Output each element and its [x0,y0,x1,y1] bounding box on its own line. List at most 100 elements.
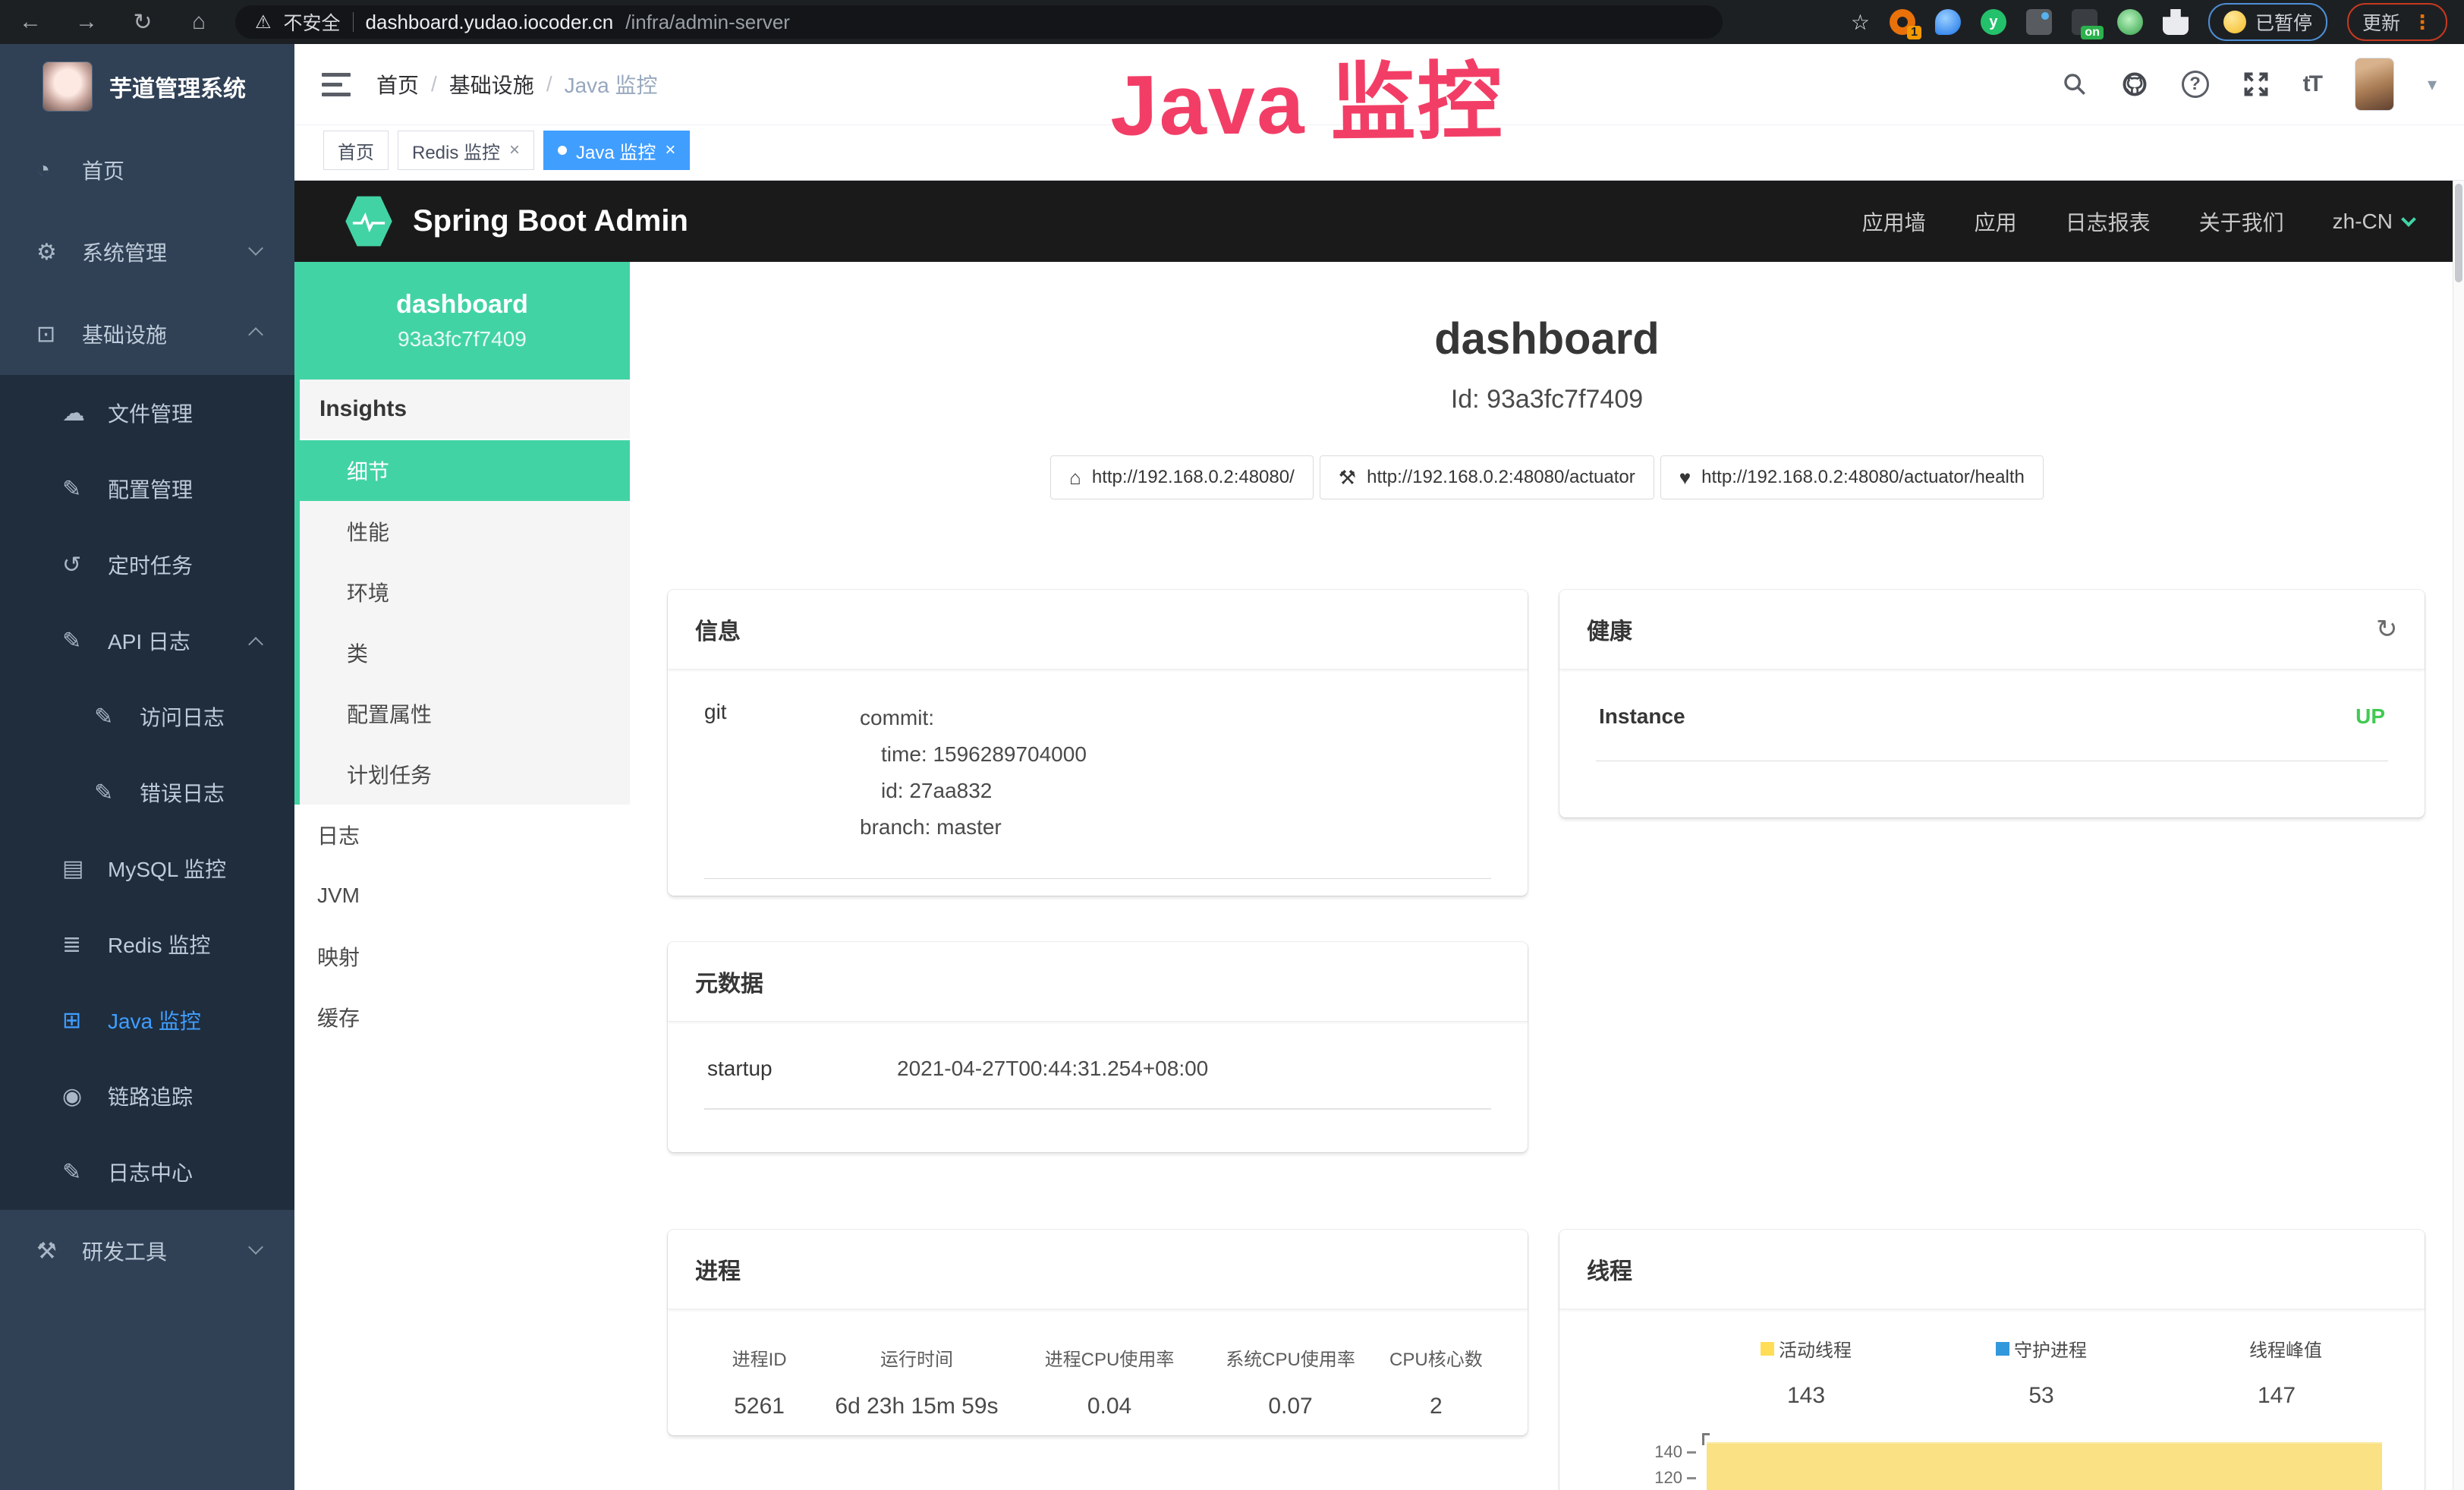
health-instance-label: Instance [1599,704,1685,729]
breadcrumb-infrastructure[interactable]: 基础设施 [449,69,534,99]
java-monitor-icon: ⊞ [62,1007,96,1034]
browser-home-icon[interactable]: ⌂ [185,9,212,35]
sidebar-item-mysql-monitor[interactable]: ▤ MySQL 监控 [0,830,294,906]
sidebar-item-redis-monitor[interactable]: ≣ Redis 监控 [0,906,294,982]
cpu-cores: 2 [1381,1394,1491,1419]
info-card: 信息 git commit: time: 1596289704000 id: 2… [668,590,1528,896]
sba-item-environment[interactable]: 环境 [300,562,630,622]
sidebar-item-file-mgmt[interactable]: ☁ 文件管理 [0,375,294,451]
switch-extension-icon[interactable]: on [2072,9,2097,35]
tab-home[interactable]: 首页 [323,131,389,170]
sba-item-classes[interactable]: 类 [300,622,630,683]
scrollbar-thumb[interactable] [2455,184,2462,282]
tab-redis-monitor[interactable]: Redis 监控 × [398,131,534,170]
spring-boot-admin-logo[interactable] [345,195,393,248]
sba-nav-applications[interactable]: 应用 [1975,206,2017,237]
sidebar-item-access-logs[interactable]: ✎ 访问日志 [0,679,294,754]
sba-nav-about[interactable]: 关于我们 [2199,206,2284,237]
search-icon[interactable] [2062,71,2088,97]
sidebar-item-home[interactable]: ◔ 首页 [0,129,294,211]
wrench-icon: ⚒ [1339,466,1356,490]
browser-menu-dots-icon[interactable]: ⋮ [2412,11,2432,34]
sba-item-scheduled-tasks[interactable]: 计划任务 [300,744,630,805]
sidebar-item-api-logs[interactable]: ✎ API 日志 [0,603,294,679]
system-cpu: 0.07 [1200,1394,1381,1419]
metadata-key: startup [707,1057,897,1081]
sba-item-caches[interactable]: 缓存 [294,987,630,1047]
paused-label: 已暂停 [2255,8,2312,36]
close-icon[interactable]: × [509,140,520,161]
pin-extension-icon[interactable] [1935,9,1961,35]
close-icon[interactable]: × [665,140,675,161]
update-button[interactable]: 更新 ⋮ [2347,3,2447,41]
bookmark-star-icon[interactable]: ☆ [1851,10,1870,35]
breadcrumb-home[interactable]: 首页 [376,69,419,99]
sidebar-item-infrastructure[interactable]: ⊡ 基础设施 [0,293,294,375]
sba-item-mappings[interactable]: 映射 [294,926,630,987]
git-commit-details: commit: time: 1596289704000 id: 27aa832 … [860,700,1087,846]
locale-selector[interactable]: zh-CN [2333,209,2414,234]
sidebar-item-tracing[interactable]: ◉ 链路追踪 [0,1058,294,1134]
insights-group-title[interactable]: Insights [300,380,630,440]
hamburger-icon[interactable] [322,73,351,96]
extension-badge: 1 [1907,26,1921,39]
chevron-down-icon [248,241,263,256]
back-icon[interactable]: ← [17,9,44,35]
layers-icon: ≣ [62,931,96,958]
health-instance-row[interactable]: Instance UP [1596,692,2388,761]
page-scrollbar[interactable] [2453,181,2464,1490]
history-restore-icon[interactable]: ↺ [2376,614,2398,644]
sba-nav-wallboard[interactable]: 应用墙 [1862,206,1926,237]
process-card: 进程 进程ID5261 运行时间6d 23h 15m 59s 进程CPU使用率0… [668,1230,1528,1435]
sidebar-item-system-mgmt[interactable]: ⚙ 系统管理 [0,211,294,293]
threads-card: 线程 活动线程 143 守护进程 53 线 [1559,1230,2425,1490]
edit-icon: ✎ [62,1159,96,1186]
green-extension-icon[interactable] [2117,9,2143,35]
toolbox-icon: ⚒ [36,1238,70,1265]
security-warning-icon[interactable]: ⚠ [255,11,272,33]
sidebar-item-scheduled-tasks[interactable]: ↺ 定时任务 [0,527,294,603]
actuator-url-button[interactable]: ⚒ http://192.168.0.2:48080/actuator [1320,455,1654,499]
sba-nav-journal[interactable]: 日志报表 [2066,206,2151,237]
on-badge: on [2081,26,2104,39]
sba-item-jvm[interactable]: JVM [294,865,630,926]
reload-icon[interactable]: ↻ [129,9,156,36]
app-logo-row[interactable]: 芋道管理系统 [0,44,294,129]
user-avatar[interactable] [2355,58,2394,111]
avatar-caret-icon[interactable]: ▾ [2428,74,2437,96]
y-tick-120: 120 [1654,1468,1696,1488]
github-icon[interactable] [2121,71,2148,98]
sba-item-logs[interactable]: 日志 [294,805,630,865]
sba-item-config-props[interactable]: 配置属性 [300,683,630,744]
live-threads-value: 143 [1761,1383,1852,1409]
sba-item-details[interactable]: 细节 [300,440,630,501]
extension-icon[interactable]: 1 [1890,9,1915,35]
instance-header[interactable]: dashboard 93a3fc7f7409 [294,262,630,380]
process-cpu: 0.04 [1019,1394,1201,1419]
sidebar-item-error-logs[interactable]: ✎ 错误日志 [0,754,294,830]
sba-item-metrics[interactable]: 性能 [300,501,630,562]
sidebar-item-dev-tools[interactable]: ⚒ 研发工具 [0,1210,294,1292]
grid-extension-icon[interactable] [2026,9,2052,35]
sidebar-item-java-monitor[interactable]: ⊞ Java 监控 [0,982,294,1058]
tab-java-monitor[interactable]: Java 监控 × [543,131,690,170]
paused-badge[interactable]: 已暂停 [2208,3,2327,41]
y-extension-icon[interactable]: y [1981,9,2006,35]
status-badge: UP [2355,704,2385,729]
forward-icon[interactable]: → [73,9,100,35]
metadata-card: 元数据 startup 2021-04-27T00:44:31.254+08:0… [668,942,1528,1152]
sba-brand-title[interactable]: Spring Boot Admin [413,204,688,238]
health-url-button[interactable]: ♥ http://192.168.0.2:48080/actuator/heal… [1660,455,2044,499]
address-bar[interactable]: ⚠ 不安全 dashboard.yudao.iocoder.cn/infra/a… [235,5,1723,39]
chevron-down-icon [2401,212,2416,227]
service-url-button[interactable]: ⌂ http://192.168.0.2:48080/ [1050,455,1314,499]
home-icon: ⌂ [1069,466,1081,490]
fullscreen-icon[interactable] [2242,71,2270,98]
edit-icon: ✎ [62,628,96,654]
help-icon[interactable]: ? [2182,71,2209,98]
sidebar-item-config-mgmt[interactable]: ✎ 配置管理 [0,451,294,527]
sidebar-item-log-center[interactable]: ✎ 日志中心 [0,1134,294,1210]
extensions-puzzle-icon[interactable] [2163,9,2189,35]
text-size-icon[interactable]: tT [2303,71,2321,97]
daemon-threads-legend-swatch [1996,1342,2009,1356]
